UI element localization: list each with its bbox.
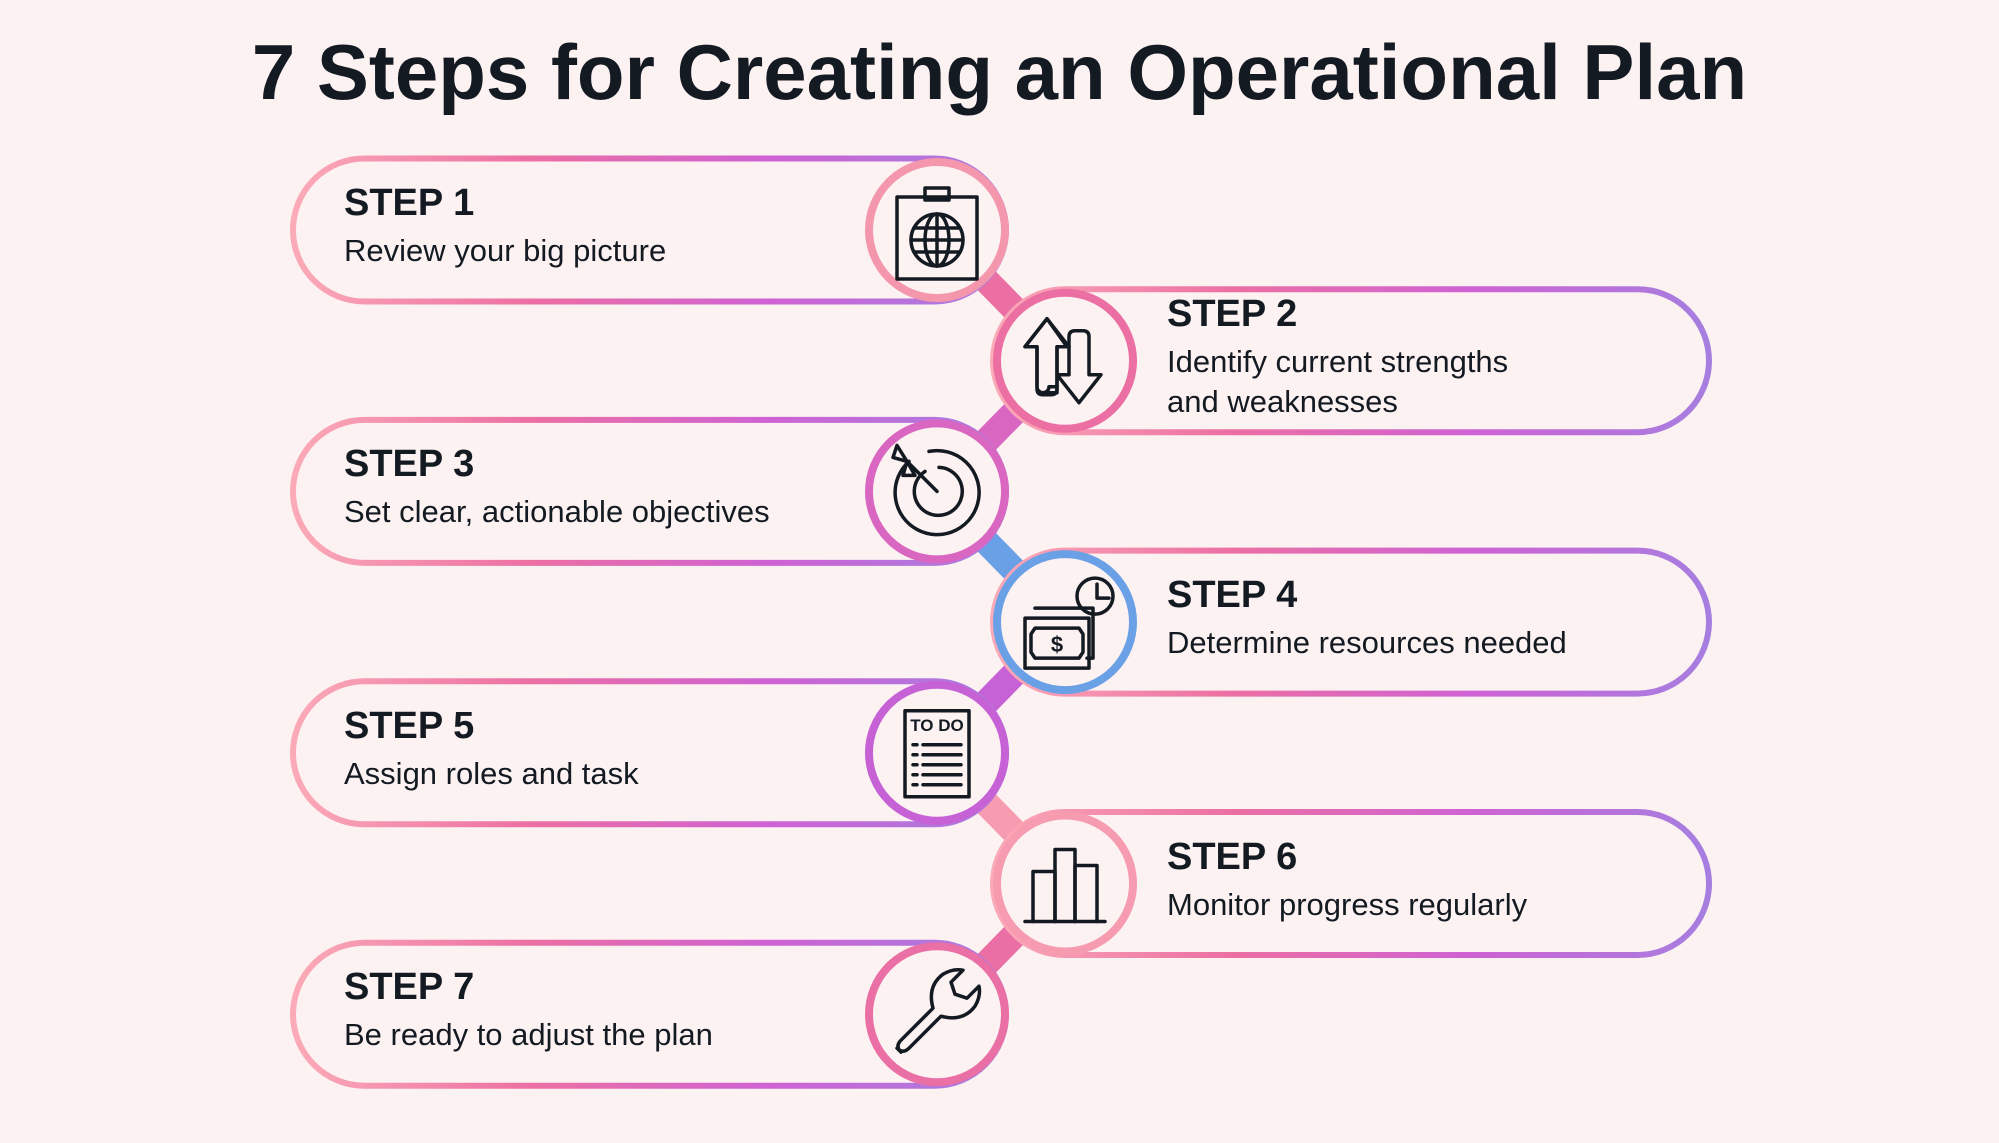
step-description: Assign roles and task [344, 754, 639, 794]
step-1-icon-badge [865, 158, 1009, 302]
svg-text:TO DO: TO DO [910, 716, 964, 735]
description-line: Determine resources needed [1167, 625, 1567, 661]
step-7-icon-badge [865, 942, 1009, 1087]
step-label: STEP 6 [1167, 835, 1298, 878]
step-label: STEP 7 [344, 966, 475, 1009]
step-4-icon-badge: $ [993, 550, 1137, 695]
step-4: STEP 4 Determine resources needed [1167, 573, 1567, 663]
step-6: STEP 6 Monitor progress regularly [1167, 835, 1527, 925]
step-label: STEP 4 [1167, 574, 1298, 617]
step-7: STEP 7 Be ready to adjust the plan [344, 965, 713, 1055]
description-line: Be ready to adjust the plan [344, 1017, 713, 1053]
step-description: Monitor progress regularly [1167, 885, 1527, 925]
description-line: Set clear, actionable objectives [344, 494, 770, 530]
step-description: Set clear, actionable objectives [344, 492, 770, 532]
step-2-icon-badge [993, 288, 1137, 433]
step-label: STEP 1 [344, 182, 475, 224]
step-label: STEP 5 [344, 704, 475, 747]
step-label: STEP 2 [1167, 292, 1298, 335]
step-1: STEP 1 Review your big picture [344, 181, 666, 271]
icon-ring [865, 680, 1009, 825]
description-line: Review your big picture [344, 233, 667, 268]
step-3: STEP 3 Set clear, actionable objectives [344, 442, 770, 532]
svg-text:$: $ [1051, 632, 1063, 657]
step-label: STEP 3 [344, 443, 475, 486]
step-description: Determine resources needed [1167, 623, 1567, 663]
steps-diagram: $ TO DO [290, 155, 1712, 1089]
description-line: Assign roles and task [344, 755, 639, 791]
icon-ring [865, 942, 1009, 1087]
step-5-icon-badge: TO DO [865, 680, 1009, 825]
step-2: STEP 2 Identify current strengths and weak… [1167, 292, 1508, 422]
icon-ring [993, 288, 1137, 433]
todo-list-icon: TO DO [903, 709, 971, 799]
description-line: Monitor progress regularly [1167, 886, 1528, 922]
description-line: Identify current strengths [1167, 343, 1509, 379]
step-5: STEP 5 Assign roles and task [344, 704, 639, 794]
description-line: and weaknesses [1167, 383, 1398, 419]
step-description: Review your big picture [344, 231, 666, 271]
step-3-icon-badge [865, 419, 1009, 564]
step-description: Identify current strengths and weaknesses [1167, 342, 1508, 422]
icon-ring [993, 811, 1137, 956]
step-description: Be ready to adjust the plan [344, 1015, 713, 1055]
step-6-icon-badge [993, 811, 1137, 956]
